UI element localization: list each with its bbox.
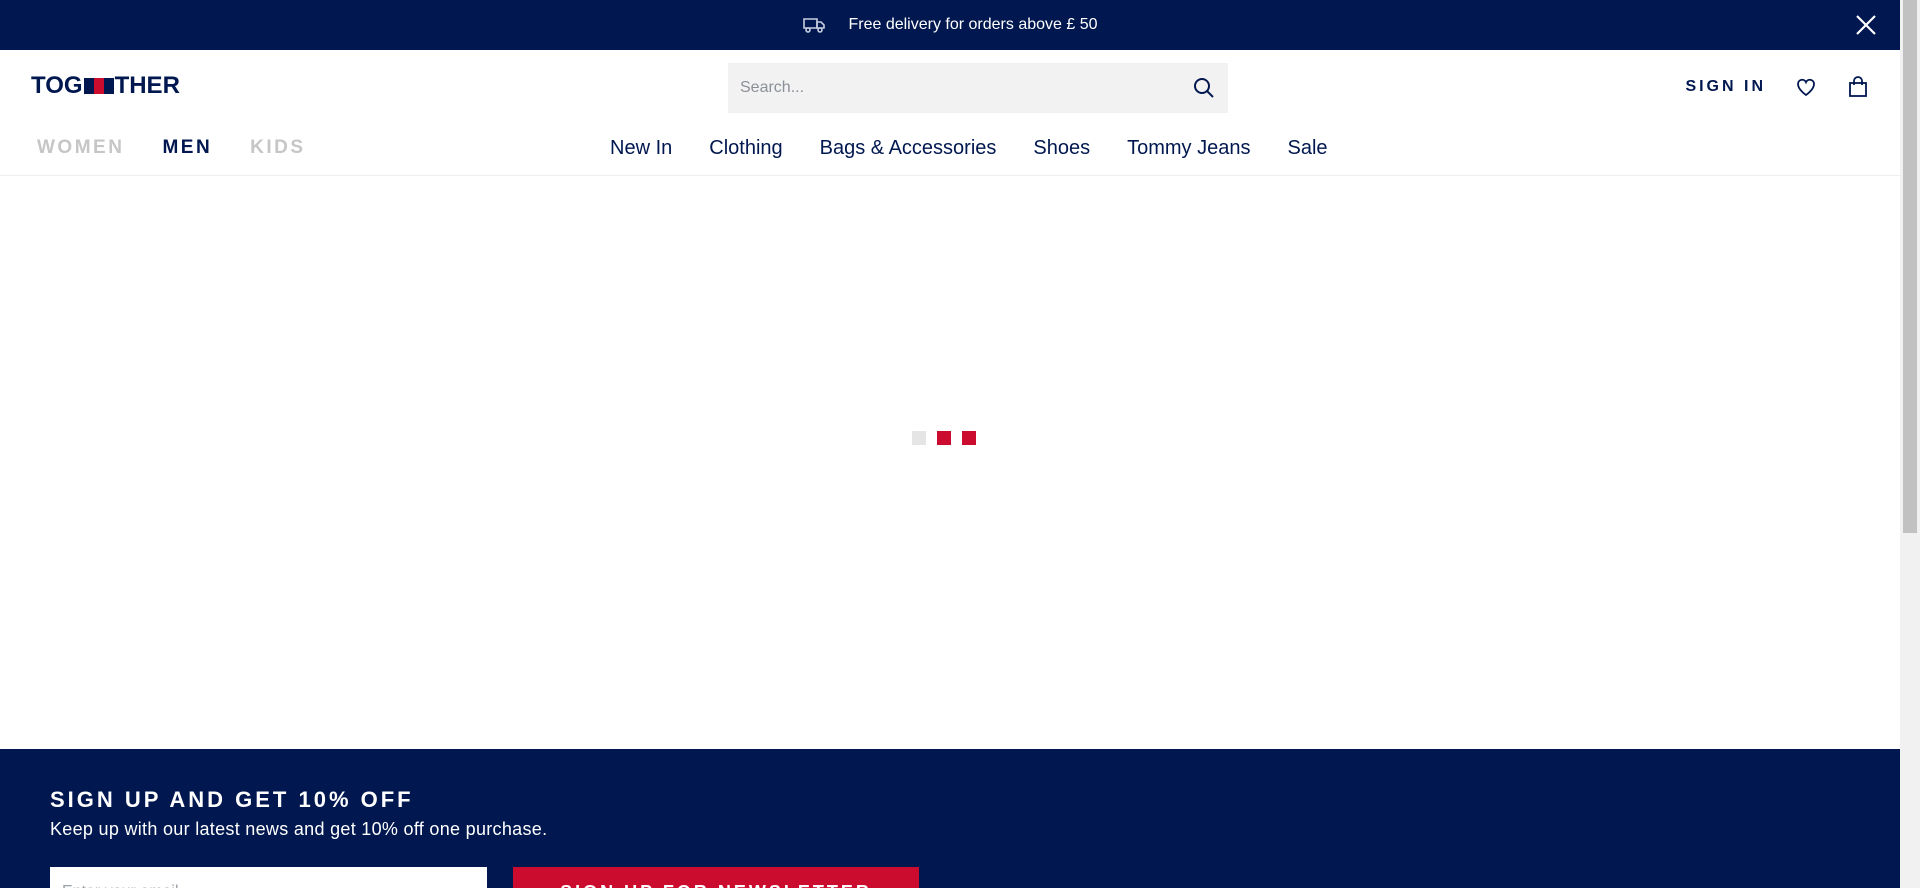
site-header: TOG THER SIGN IN: [0, 50, 1900, 176]
loader-dot: [962, 431, 976, 445]
logo[interactable]: TOG THER: [31, 72, 180, 99]
loading-indicator: [912, 431, 976, 445]
shopping-bag-icon[interactable]: [1846, 75, 1870, 99]
gender-tab-women[interactable]: WOMEN: [37, 137, 124, 159]
nav-item-clothing[interactable]: Clothing: [709, 137, 782, 160]
page: Free delivery for orders above £ 50 TOG …: [0, 0, 1900, 888]
newsletter-email-field[interactable]: [50, 867, 487, 888]
loader-dot: [937, 431, 951, 445]
scrollbar-thumb[interactable]: [1903, 0, 1917, 533]
promo-text: Free delivery for orders above £ 50: [848, 16, 1098, 33]
nav-item-bags-accessories[interactable]: Bags & Accessories: [820, 137, 997, 160]
nav-item-tommy-jeans[interactable]: Tommy Jeans: [1127, 137, 1250, 160]
nav-item-new-in[interactable]: New In: [610, 137, 672, 160]
nav-item-sale[interactable]: Sale: [1287, 137, 1327, 160]
promo-content: Free delivery for orders above £ 50: [802, 15, 1098, 35]
header-actions: SIGN IN: [1685, 75, 1870, 99]
sign-in-link[interactable]: SIGN IN: [1685, 78, 1766, 96]
logo-text-left: TOG: [31, 72, 83, 99]
nav-item-shoes[interactable]: Shoes: [1033, 137, 1090, 160]
gender-nav: WOMEN MEN KIDS: [37, 137, 306, 159]
gender-tab-men[interactable]: MEN: [162, 137, 212, 159]
loader-dot: [912, 431, 926, 445]
heart-icon[interactable]: [1794, 75, 1818, 99]
search-input[interactable]: [728, 63, 1168, 113]
newsletter-subtitle: Keep up with our latest news and get 10%…: [50, 819, 548, 839]
scrollbar[interactable]: [1900, 0, 1920, 888]
newsletter-title: SIGN UP AND GET 10% OFF: [50, 787, 414, 812]
logo-text-right: THER: [114, 72, 180, 99]
newsletter-section: SIGN UP AND GET 10% OFF Keep up with our…: [0, 749, 1900, 888]
delivery-truck-icon: [802, 15, 826, 35]
flag-icon: [83, 78, 114, 94]
gender-tab-kids[interactable]: KIDS: [250, 137, 305, 159]
search-icon[interactable]: [1192, 76, 1216, 100]
category-nav: New In Clothing Bags & Accessories Shoes…: [610, 137, 1328, 160]
close-icon[interactable]: [1854, 13, 1878, 37]
search-box: [728, 63, 1228, 113]
promo-bar: Free delivery for orders above £ 50: [0, 0, 1900, 50]
newsletter-signup-button[interactable]: SIGN UP FOR NEWSLETTER: [513, 867, 919, 888]
